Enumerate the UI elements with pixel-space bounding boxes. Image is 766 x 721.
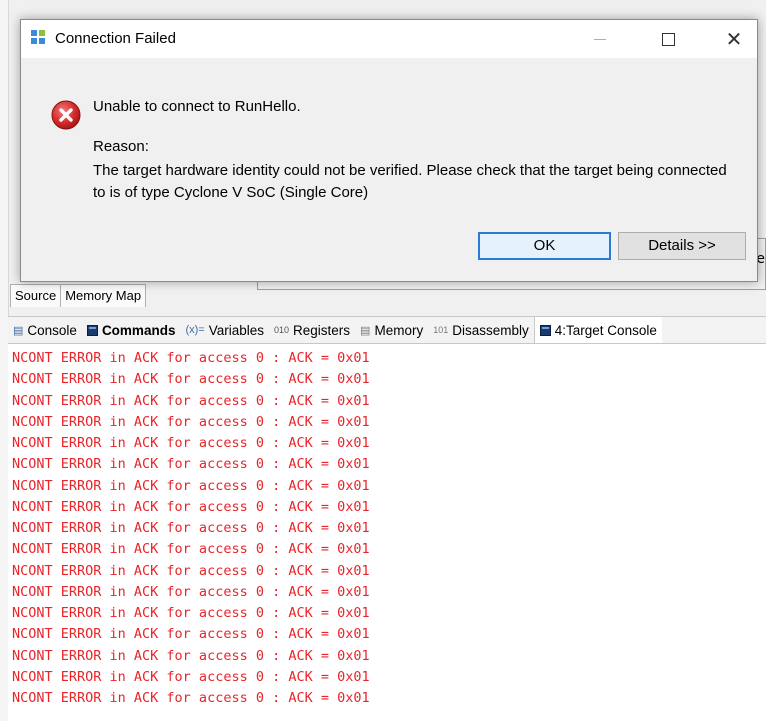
console-line: NCONT ERROR in ACK for access 0 : ACK = … [12, 498, 370, 515]
console-line: NCONT ERROR in ACK for access 0 : ACK = … [12, 541, 370, 558]
console-lines: NCONT ERROR in ACK for access 0 : ACK = … [8, 344, 766, 709]
maximize-icon [661, 32, 675, 46]
reason-label: Reason: [93, 138, 149, 155]
tab-registers-label: Registers [293, 322, 351, 338]
console-line: NCONT ERROR in ACK for access 0 : ACK = … [12, 392, 370, 409]
dialog-titlebar[interactable]: Connection Failed ✕ [21, 20, 757, 58]
error-message: Unable to connect to RunHello. [93, 98, 301, 115]
tab-memory-label: Memory [374, 322, 424, 338]
tab-target-console[interactable]: 4:Target Console [533, 317, 662, 343]
console-line: NCONT ERROR in ACK for access 0 : ACK = … [12, 668, 370, 685]
console-line: NCONT ERROR in ACK for access 0 : ACK = … [12, 435, 370, 451]
console-line: NCONT ERROR in ACK for access 0 : ACK = … [12, 605, 370, 621]
console-line: NCONT ERROR in ACK for access 0 : ACK = … [12, 647, 370, 664]
editor-tab-bar: Source Memory Map [10, 283, 147, 307]
console-icon: ▤ [13, 324, 24, 337]
ok-button[interactable]: OK [478, 232, 611, 260]
close-icon: ✕ [725, 28, 743, 51]
connection-failed-dialog: Connection Failed ✕ Unable to connect to… [20, 19, 758, 282]
console-line: NCONT ERROR in ACK for access 0 : ACK = … [12, 690, 370, 706]
tab-console[interactable]: ▤ Console [8, 317, 82, 343]
target-console-icon [539, 324, 551, 336]
view-tab-bar: ▤ Console Commands (x)= Variables 010 Re… [8, 316, 766, 344]
variables-icon: (x)= [185, 324, 205, 336]
tab-registers[interactable]: 010 Registers [269, 317, 355, 343]
tab-commands[interactable]: Commands [82, 317, 181, 343]
tab-memory-map[interactable]: Memory Map [60, 284, 147, 307]
tab-target-console-label: 4:Target Console [554, 322, 657, 338]
console-line: NCONT ERROR in ACK for access 0 : ACK = … [12, 562, 370, 579]
registers-icon: 010 [273, 325, 290, 335]
tab-memory[interactable]: ▤ Memory [355, 317, 428, 343]
error-icon [51, 100, 81, 130]
console-line: NCONT ERROR in ACK for access 0 : ACK = … [12, 371, 370, 388]
details-button[interactable]: Details >> [618, 232, 746, 260]
target-console-output[interactable]: NCONT ERROR in ACK for access 0 : ACK = … [8, 344, 766, 721]
tab-source[interactable]: Source [10, 284, 62, 307]
console-line: NCONT ERROR in ACK for access 0 : ACK = … [12, 520, 370, 536]
console-line: NCONT ERROR in ACK for access 0 : ACK = … [12, 477, 370, 494]
tab-disassembly[interactable]: 101 Disassembly [428, 317, 534, 343]
tab-variables[interactable]: (x)= Variables [180, 317, 269, 343]
minimize-button[interactable] [577, 20, 623, 58]
memory-icon: ▤ [360, 324, 371, 337]
close-button[interactable]: ✕ [711, 20, 757, 58]
console-line: NCONT ERROR in ACK for access 0 : ACK = … [12, 413, 370, 430]
maximize-button[interactable] [645, 20, 691, 58]
console-line: NCONT ERROR in ACK for access 0 : ACK = … [12, 626, 370, 643]
dialog-title: Connection Failed [55, 30, 176, 47]
tab-disassembly-label: Disassembly [452, 322, 529, 338]
console-line: NCONT ERROR in ACK for access 0 : ACK = … [12, 583, 370, 600]
minimize-icon [594, 38, 606, 40]
tab-commands-label: Commands [101, 322, 176, 338]
app-icon [31, 30, 47, 46]
tab-console-label: Console [27, 322, 77, 338]
tab-variables-label: Variables [208, 322, 264, 338]
console-line: NCONT ERROR in ACK for access 0 : ACK = … [12, 350, 370, 366]
commands-icon [86, 324, 98, 336]
disassembly-icon: 101 [433, 325, 449, 335]
console-line: NCONT ERROR in ACK for access 0 : ACK = … [12, 456, 370, 473]
reason-text: The target hardware identity could not b… [93, 162, 727, 201]
